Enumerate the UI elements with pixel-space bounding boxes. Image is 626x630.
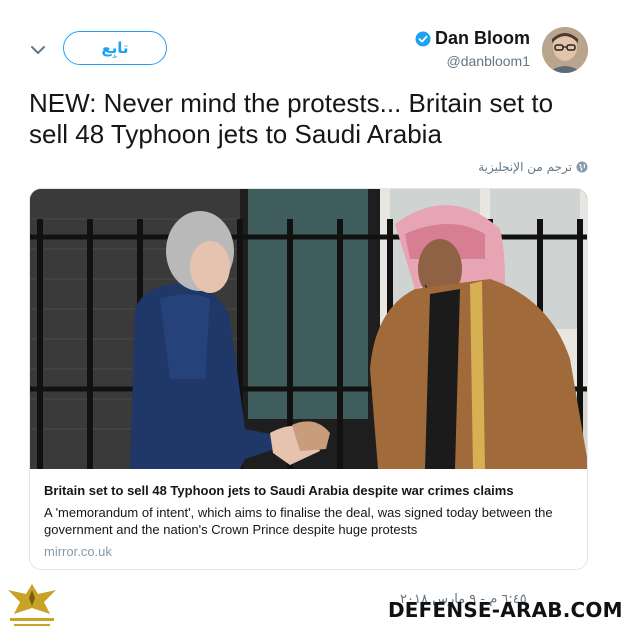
avatar[interactable] [542,27,588,73]
avatar-portrait-icon [542,27,588,73]
tweet-text: NEW: Never mind the protests... Britain … [29,88,554,149]
card-title[interactable]: Britain set to sell 48 Typhoon jets to S… [44,483,574,498]
globe-icon [576,161,588,173]
chevron-down-icon[interactable] [28,40,48,60]
verified-badge-icon [415,31,431,46]
link-card[interactable]: Britain set to sell 48 Typhoon jets to S… [29,188,588,570]
translate-link[interactable]: ترجم من الإنجليزية [478,160,588,174]
card-body[interactable]: Britain set to sell 48 Typhoon jets to S… [44,483,574,559]
author-name[interactable]: Dan Bloom [435,28,530,49]
follow-button[interactable]: تابِع [63,31,167,65]
watermark-text: DEFENSE-ARAB.COM [388,598,623,622]
card-description: A 'memorandum of intent', which aims to … [44,505,553,537]
card-image[interactable] [30,189,588,469]
card-domain[interactable]: mirror.co.uk [44,544,574,559]
author-handle[interactable]: @danbloom1 [415,53,531,69]
author-info[interactable]: Dan Bloom @danbloom1 [415,28,530,69]
translate-label[interactable]: ترجم من الإنجليزية [478,160,572,174]
watermark-logo-icon [8,584,56,626]
